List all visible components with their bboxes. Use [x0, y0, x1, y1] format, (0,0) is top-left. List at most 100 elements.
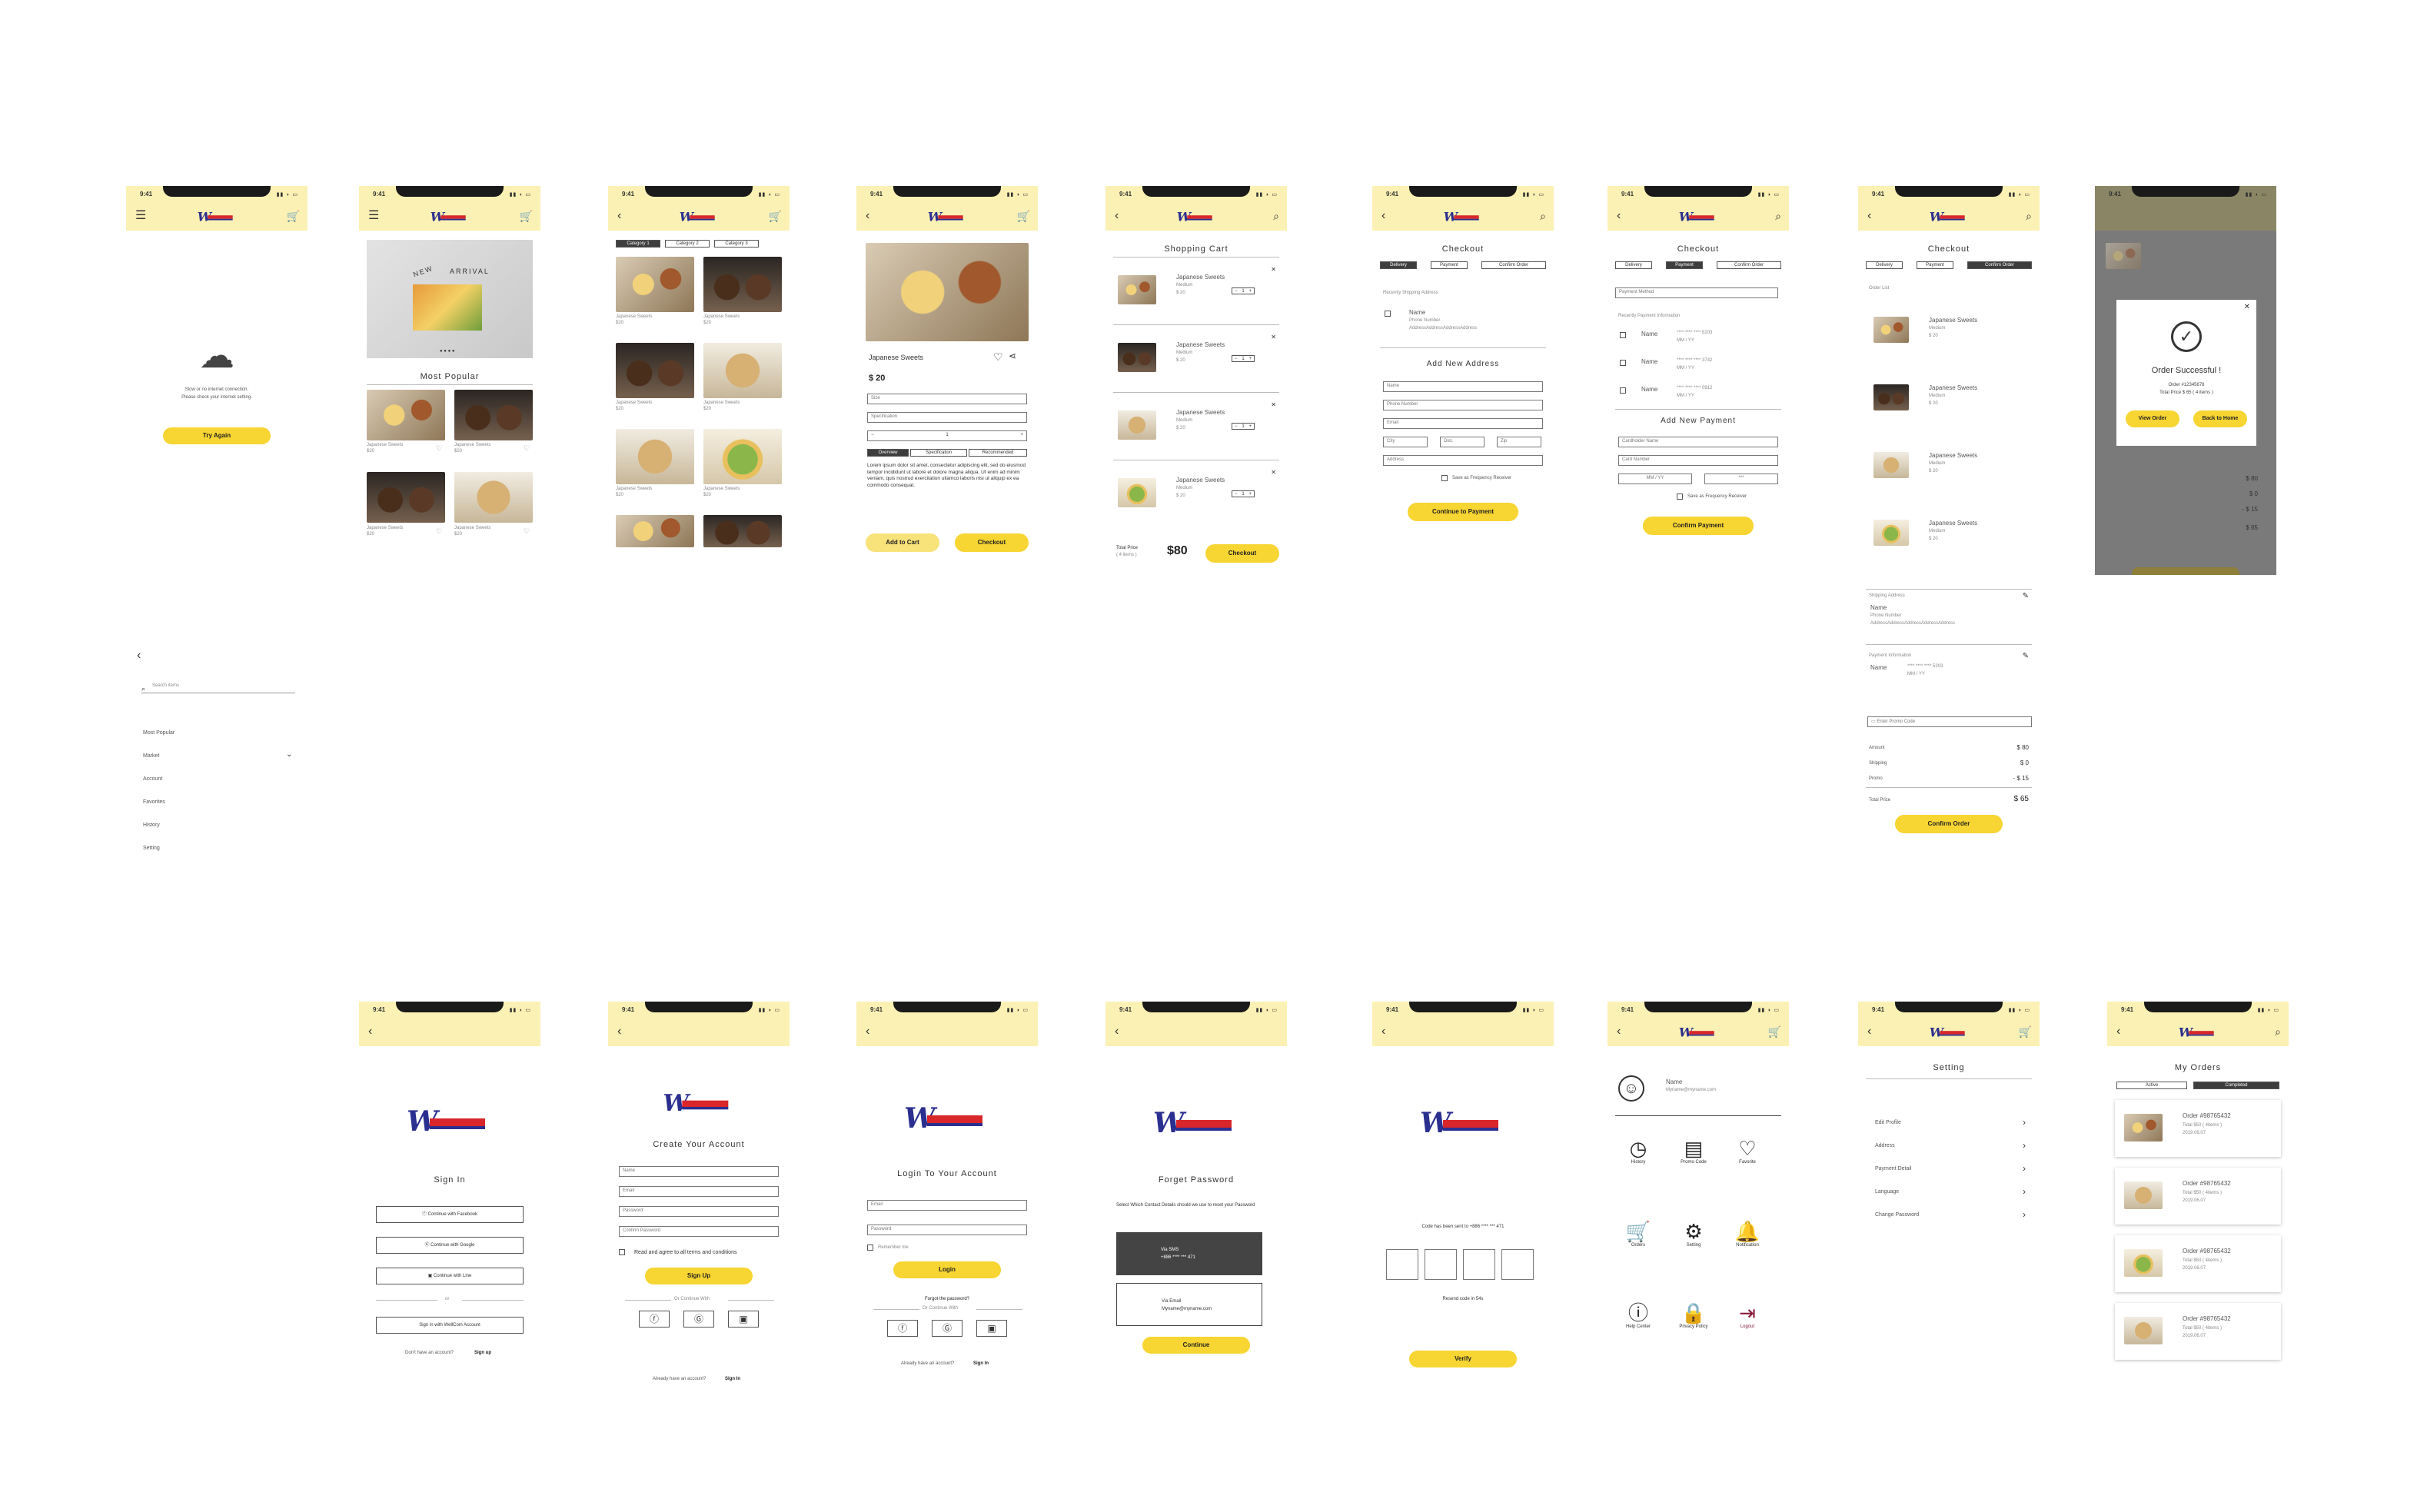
tab-confirm-order[interactable]: Confirm Order — [1481, 261, 1546, 269]
tab-category-2[interactable]: Category 2 — [665, 240, 710, 248]
search-icon[interactable]: ⌕ — [2026, 209, 2032, 223]
tab-category-1[interactable]: Category 1 — [616, 240, 660, 248]
search-input[interactable]: ⌕ Search items — [141, 681, 295, 693]
remove-icon[interactable]: ✕ — [1271, 266, 1276, 273]
search-icon[interactable]: ⌕ — [1540, 209, 1546, 223]
heart-icon[interactable]: ♡ — [436, 527, 442, 536]
otp-digit-4[interactable] — [1501, 1249, 1534, 1280]
name-input[interactable]: Name — [619, 1166, 779, 1177]
back-icon[interactable]: ‹ — [1381, 1025, 1385, 1038]
menu-item-market[interactable]: Market — [143, 753, 159, 759]
tab-completed[interactable]: Completed — [2193, 1082, 2279, 1089]
menu-icon[interactable]: ☰ — [368, 209, 379, 223]
line-button[interactable]: ▣ — [728, 1311, 759, 1328]
grid-privacy-policy[interactable]: 🔒 Privacy Policy — [1671, 1301, 1717, 1329]
chevron-down-icon[interactable]: ⌄ — [286, 750, 292, 759]
product-image[interactable] — [616, 515, 694, 547]
heart-icon[interactable]: ♡ — [993, 351, 1003, 364]
chevron-right-icon[interactable]: › — [2023, 1186, 2026, 1197]
continue-to-payment-button[interactable]: Continue to Payment — [1408, 503, 1518, 521]
back-icon[interactable]: ‹ — [1381, 209, 1385, 223]
payment-method-select[interactable]: Payment Method — [1615, 287, 1778, 298]
sign-up-button[interactable]: Sign Up — [645, 1268, 753, 1284]
tab-category-3[interactable]: Category 3 — [714, 240, 759, 248]
heart-icon[interactable]: ♡ — [436, 444, 442, 453]
tab-payment[interactable]: Payment — [1917, 261, 1953, 269]
back-icon[interactable]: ‹ — [866, 1025, 869, 1038]
sign-in-link[interactable]: Sign In — [973, 1361, 989, 1366]
grid-help-center[interactable]: ⓘ Help Center — [1615, 1301, 1661, 1329]
facebook-button[interactable]: ⓕ — [887, 1320, 918, 1337]
back-icon[interactable]: ‹ — [1867, 209, 1871, 223]
spec-select[interactable]: Specification — [867, 412, 1027, 423]
cart-icon[interactable]: 🛒 — [1017, 209, 1030, 223]
city-select[interactable]: City — [1383, 437, 1428, 447]
product-image[interactable] — [616, 343, 694, 398]
try-again-button[interactable]: Try Again — [163, 427, 271, 444]
edit-icon[interactable]: ✎ — [2023, 592, 2029, 600]
product-image[interactable] — [703, 257, 782, 312]
quantity-stepper[interactable]: −1 + — [1232, 490, 1255, 497]
menu-item-favorites[interactable]: Favorites — [143, 799, 165, 805]
cart-icon[interactable]: 🛒 — [287, 209, 300, 223]
card-checkbox[interactable] — [1620, 360, 1626, 366]
setting-edit-profile[interactable]: Edit Profile — [1875, 1120, 1901, 1125]
new-arrival-banner[interactable]: NEW ARRIVAL ● ● ● ● — [367, 240, 533, 358]
back-to-home-button[interactable]: Back to Home — [2193, 410, 2247, 427]
remember-checkbox[interactable] — [867, 1244, 873, 1251]
address-input[interactable]: Address — [1383, 455, 1543, 466]
heart-icon[interactable]: ♡ — [524, 527, 530, 536]
forgot-password-link[interactable]: Forgot the password? — [856, 1297, 1038, 1301]
sign-in-link[interactable]: Sign In — [725, 1377, 740, 1381]
back-icon[interactable]: ‹ — [368, 1025, 372, 1038]
product-image[interactable] — [454, 472, 533, 523]
phone-input[interactable]: Phone Number — [1383, 400, 1543, 410]
line-button[interactable]: ▣ — [976, 1320, 1007, 1337]
order-card[interactable]: Order #98765432 Total $50 ( 4items ) 201… — [2115, 1235, 2281, 1292]
tab-delivery[interactable]: Delivery — [1380, 261, 1417, 269]
dist-select[interactable]: Dist. — [1440, 437, 1484, 447]
tab-confirm-order[interactable]: Confirm Order — [1717, 261, 1781, 269]
back-icon[interactable]: ‹ — [617, 1025, 621, 1038]
chevron-right-icon[interactable]: › — [2023, 1117, 2026, 1128]
remove-icon[interactable]: ✕ — [1271, 401, 1276, 408]
tab-recommended[interactable]: Recommended — [969, 449, 1027, 457]
email-input[interactable]: Email — [867, 1200, 1027, 1211]
product-image[interactable] — [454, 390, 533, 440]
name-input[interactable]: Name — [1383, 381, 1543, 392]
zip-input[interactable]: Zip — [1497, 437, 1541, 447]
wellcom-signin-button[interactable]: Sign in with WellCom Account — [376, 1317, 524, 1334]
product-image[interactable] — [703, 515, 782, 547]
menu-item-most-popular[interactable]: Most Popular — [143, 730, 175, 736]
edit-icon[interactable]: ✎ — [2023, 652, 2029, 660]
back-icon[interactable]: ‹ — [617, 209, 621, 223]
tab-payment[interactable]: Payment — [1666, 261, 1703, 269]
heart-icon[interactable]: ♡ — [524, 444, 530, 453]
cvv-input[interactable]: *** — [1704, 474, 1778, 484]
remove-icon[interactable]: ✕ — [1271, 334, 1276, 341]
remove-icon[interactable]: ✕ — [1271, 469, 1276, 476]
quantity-stepper[interactable]: −1 + — [1232, 355, 1255, 362]
search-icon[interactable]: ⌕ — [1273, 209, 1279, 223]
save-receiver-checkbox[interactable] — [1441, 475, 1448, 481]
back-icon[interactable]: ‹ — [1115, 209, 1119, 223]
card-checkbox[interactable] — [1620, 387, 1626, 394]
product-image[interactable] — [616, 257, 694, 312]
back-icon[interactable]: ‹ — [1617, 209, 1621, 223]
avatar[interactable]: ☺ — [1618, 1075, 1644, 1102]
chevron-right-icon[interactable]: › — [2023, 1209, 2026, 1220]
size-select[interactable]: Size — [867, 394, 1027, 404]
chevron-right-icon[interactable]: › — [2023, 1163, 2026, 1174]
back-icon[interactable]: ‹ — [866, 209, 869, 223]
view-order-button[interactable]: View Order — [2126, 410, 2179, 427]
verify-button[interactable]: Verify — [1409, 1351, 1517, 1367]
menu-item-account[interactable]: Account — [143, 776, 162, 782]
quantity-stepper[interactable]: −1 + — [1232, 287, 1255, 294]
order-card[interactable]: Order #98765432 Total $50 ( 4items ) 201… — [2115, 1168, 2281, 1225]
cart-icon[interactable]: 🛒 — [1768, 1025, 1781, 1038]
menu-item-history[interactable]: History — [143, 822, 160, 828]
product-image[interactable] — [703, 429, 782, 484]
search-icon[interactable]: ⌕ — [2275, 1025, 2281, 1038]
quantity-stepper[interactable]: −1 + — [1232, 423, 1255, 430]
product-image[interactable] — [367, 472, 445, 523]
